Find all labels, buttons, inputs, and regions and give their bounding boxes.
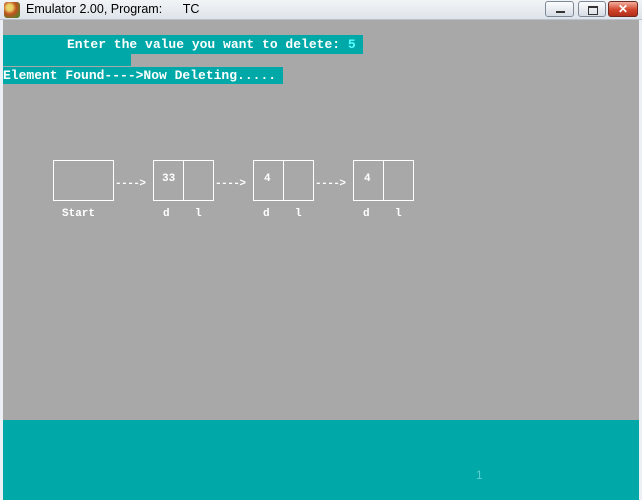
arrow-start-to-1: ----> [115,178,146,190]
window-title: Emulator 2.00, Program: TC [26,2,200,16]
start-label: Start [62,208,96,220]
node-data-label: d [163,208,170,220]
start-node [53,160,114,201]
title-bar[interactable]: Emulator 2.00, Program: TC ✕ [0,0,642,20]
page-number: 1 [476,468,483,482]
maximize-icon [588,6,598,15]
prompt-text: Enter the value you want to delete: [67,37,348,52]
node-data-value: 33 [162,173,176,185]
app-icon [4,2,20,18]
delete-prompt: Enter the value you want to delete: 5 [67,37,356,53]
node-data-label: d [363,208,370,220]
list-node: 4 [253,160,314,201]
list-node: 33 [153,160,214,201]
arrow-1-to-2: ----> [215,178,246,190]
console-screen[interactable]: Enter the value you want to delete: 5 El… [3,20,639,420]
node-link-label: l [395,208,402,220]
node-divider [283,161,284,200]
minimize-icon [556,11,565,13]
node-divider [383,161,384,200]
close-icon: ✕ [617,2,629,16]
maximize-button[interactable] [578,1,606,17]
delete-value-input[interactable]: 5 [348,37,356,52]
node-data-label: d [263,208,270,220]
close-button[interactable]: ✕ [608,1,638,17]
status-message: Element Found---->Now Deleting..... [3,68,277,83]
arrow-2-to-3: ----> [315,178,346,190]
node-link-label: l [295,208,302,220]
status-strip: 1 [3,420,639,500]
node-link-label: l [195,208,202,220]
list-node: 4 [353,160,414,201]
node-data-value: 4 [364,173,371,185]
node-data-value: 4 [264,173,271,185]
prompt-highlight-lower [3,54,131,66]
node-divider [183,161,184,200]
minimize-button[interactable] [545,1,574,17]
